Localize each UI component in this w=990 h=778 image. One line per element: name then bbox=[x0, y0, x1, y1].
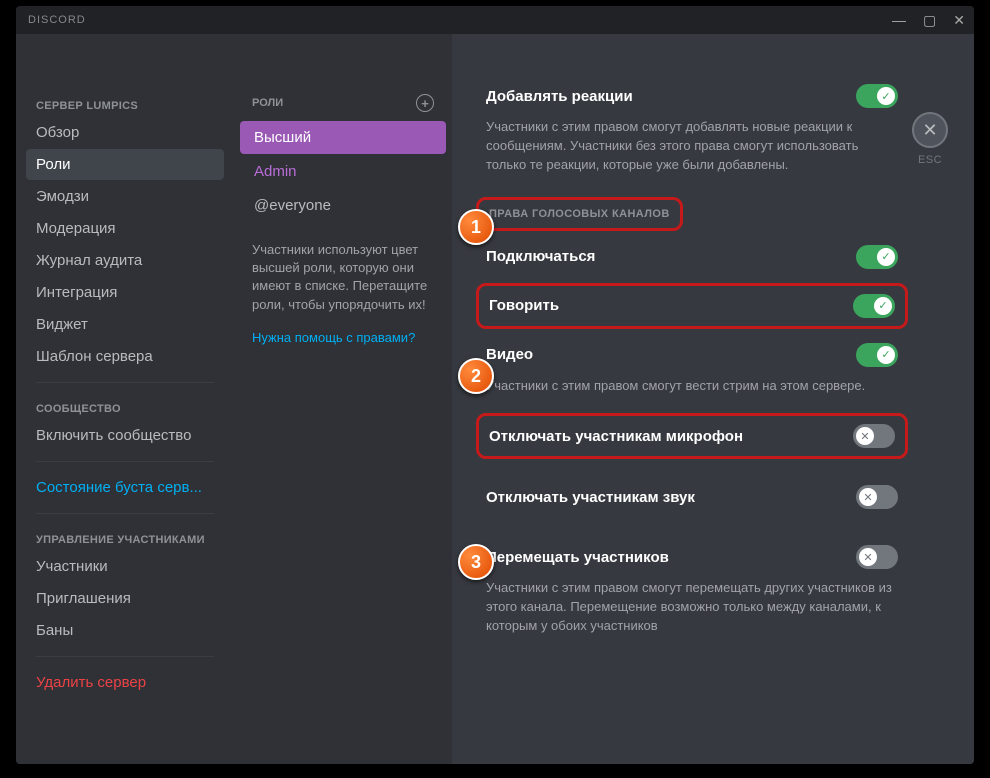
close-area: ✕ ESC bbox=[912, 112, 948, 166]
perm-connect-title: Подключаться bbox=[486, 248, 595, 265]
maximize-button[interactable]: ▢ bbox=[923, 12, 937, 29]
highlight-voice-header: ПРАВА ГОЛОСОВЫХ КАНАЛОВ bbox=[476, 197, 683, 231]
perm-add-reactions-desc: Участники с этим правом смогут добавлять… bbox=[486, 118, 898, 175]
highlight-speak: Говорить ✓ bbox=[476, 283, 908, 329]
toggle-mute[interactable]: ✕ bbox=[853, 424, 895, 448]
highlight-mute: Отключать участникам микрофон ✕ bbox=[476, 413, 908, 459]
voice-permissions-header: ПРАВА ГОЛОСОВЫХ КАНАЛОВ bbox=[489, 204, 670, 224]
sidebar-category-server: СЕРВЕР LUMPICS bbox=[26, 94, 224, 116]
sidebar-item-emoji[interactable]: Эмодзи bbox=[26, 181, 224, 212]
sidebar-item-members[interactable]: Участники bbox=[26, 551, 224, 582]
sidebar-item-overview[interactable]: Обзор bbox=[26, 117, 224, 148]
sidebar-item-widget[interactable]: Виджет bbox=[26, 309, 224, 340]
perm-add-reactions-title: Добавлять реакции bbox=[486, 88, 633, 105]
titlebar: DISCORD — ▢ ✕ bbox=[16, 6, 974, 34]
app-window: DISCORD — ▢ ✕ СЕРВЕР LUMPICS Обзор Роли … bbox=[16, 6, 974, 764]
sidebar-item-audit-log[interactable]: Журнал аудита bbox=[26, 245, 224, 276]
perm-mute: Отключать участникам микрофон ✕ bbox=[489, 420, 895, 452]
roles-header: РОЛИ + bbox=[240, 94, 446, 120]
divider bbox=[36, 382, 214, 383]
sidebar-category-members: УПРАВЛЕНИЕ УЧАСТНИКАМИ bbox=[26, 528, 224, 550]
window-controls: — ▢ ✕ bbox=[892, 12, 966, 29]
divider bbox=[36, 513, 214, 514]
perm-deafen-title: Отключать участникам звук bbox=[486, 489, 695, 506]
sidebar-item-enable-community[interactable]: Включить сообщество bbox=[26, 420, 224, 451]
brand-logo: DISCORD bbox=[28, 14, 86, 26]
toggle-move[interactable]: ✕ bbox=[856, 545, 898, 569]
perm-move: Перемещать участников ✕ Участники с этим… bbox=[486, 535, 898, 636]
perm-move-title: Перемещать участников bbox=[486, 549, 669, 566]
toggle-video[interactable]: ✓ bbox=[856, 343, 898, 367]
settings-body: СЕРВЕР LUMPICS Обзор Роли Эмодзи Модерац… bbox=[16, 34, 974, 764]
perm-move-desc: Участники с этим правом смогут перемещат… bbox=[486, 579, 898, 636]
callout-2: 2 bbox=[458, 358, 494, 394]
settings-sidebar: СЕРВЕР LUMPICS Обзор Роли Эмодзи Модерац… bbox=[16, 34, 234, 764]
toggle-speak[interactable]: ✓ bbox=[853, 294, 895, 318]
perm-speak-title: Говорить bbox=[489, 297, 559, 314]
sidebar-category-community: СООБЩЕСТВО bbox=[26, 397, 224, 419]
sidebar-item-roles[interactable]: Роли bbox=[26, 149, 224, 180]
roles-column: РОЛИ + Высший Admin @everyone Участники … bbox=[234, 34, 452, 764]
role-item-admin[interactable]: Admin bbox=[240, 155, 446, 188]
toggle-add-reactions[interactable]: ✓ bbox=[856, 84, 898, 108]
callout-3: 3 bbox=[458, 544, 494, 580]
perm-video-title: Видео bbox=[486, 346, 533, 363]
callout-1: 1 bbox=[458, 209, 494, 245]
sidebar-item-template[interactable]: Шаблон сервера bbox=[26, 341, 224, 372]
close-esc-label: ESC bbox=[912, 154, 948, 166]
sidebar-item-delete-server[interactable]: Удалить сервер bbox=[26, 667, 224, 698]
toggle-connect[interactable]: ✓ bbox=[856, 245, 898, 269]
perm-video-desc: Участники с этим правом смогут вести стр… bbox=[486, 377, 898, 396]
sidebar-item-bans[interactable]: Баны bbox=[26, 615, 224, 646]
divider bbox=[36, 656, 214, 657]
sidebar-item-moderation[interactable]: Модерация bbox=[26, 213, 224, 244]
roles-header-label: РОЛИ bbox=[252, 97, 283, 109]
sidebar-item-integrations[interactable]: Интеграция bbox=[26, 277, 224, 308]
role-item-highest[interactable]: Высший bbox=[240, 121, 446, 154]
roles-help-link[interactable]: Нужна помощь с правами? bbox=[240, 324, 446, 351]
sidebar-item-invites[interactable]: Приглашения bbox=[26, 583, 224, 614]
roles-hint-text: Участники используют цвет высшей роли, к… bbox=[240, 223, 446, 324]
role-item-everyone[interactable]: @everyone bbox=[240, 189, 446, 222]
perm-speak: Говорить ✓ bbox=[489, 290, 895, 322]
permissions-content: Добавлять реакции ✓ Участники с этим пра… bbox=[452, 34, 974, 764]
minimize-button[interactable]: — bbox=[892, 12, 907, 29]
close-settings-button[interactable]: ✕ bbox=[912, 112, 948, 148]
sidebar-item-boost-status[interactable]: Состояние буста серв... bbox=[26, 472, 224, 503]
divider bbox=[36, 461, 214, 462]
add-role-button[interactable]: + bbox=[416, 94, 434, 112]
perm-mute-title: Отключать участникам микрофон bbox=[489, 428, 743, 445]
perm-deafen: Отключать участникам звук ✕ bbox=[486, 475, 898, 519]
perm-connect: Подключаться ✓ bbox=[486, 235, 898, 279]
close-window-button[interactable]: ✕ bbox=[953, 12, 966, 29]
perm-add-reactions: Добавлять реакции ✓ Участники с этим пра… bbox=[486, 74, 898, 175]
toggle-deafen[interactable]: ✕ bbox=[856, 485, 898, 509]
perm-video: Видео ✓ Участники с этим правом смогут в… bbox=[486, 333, 898, 396]
